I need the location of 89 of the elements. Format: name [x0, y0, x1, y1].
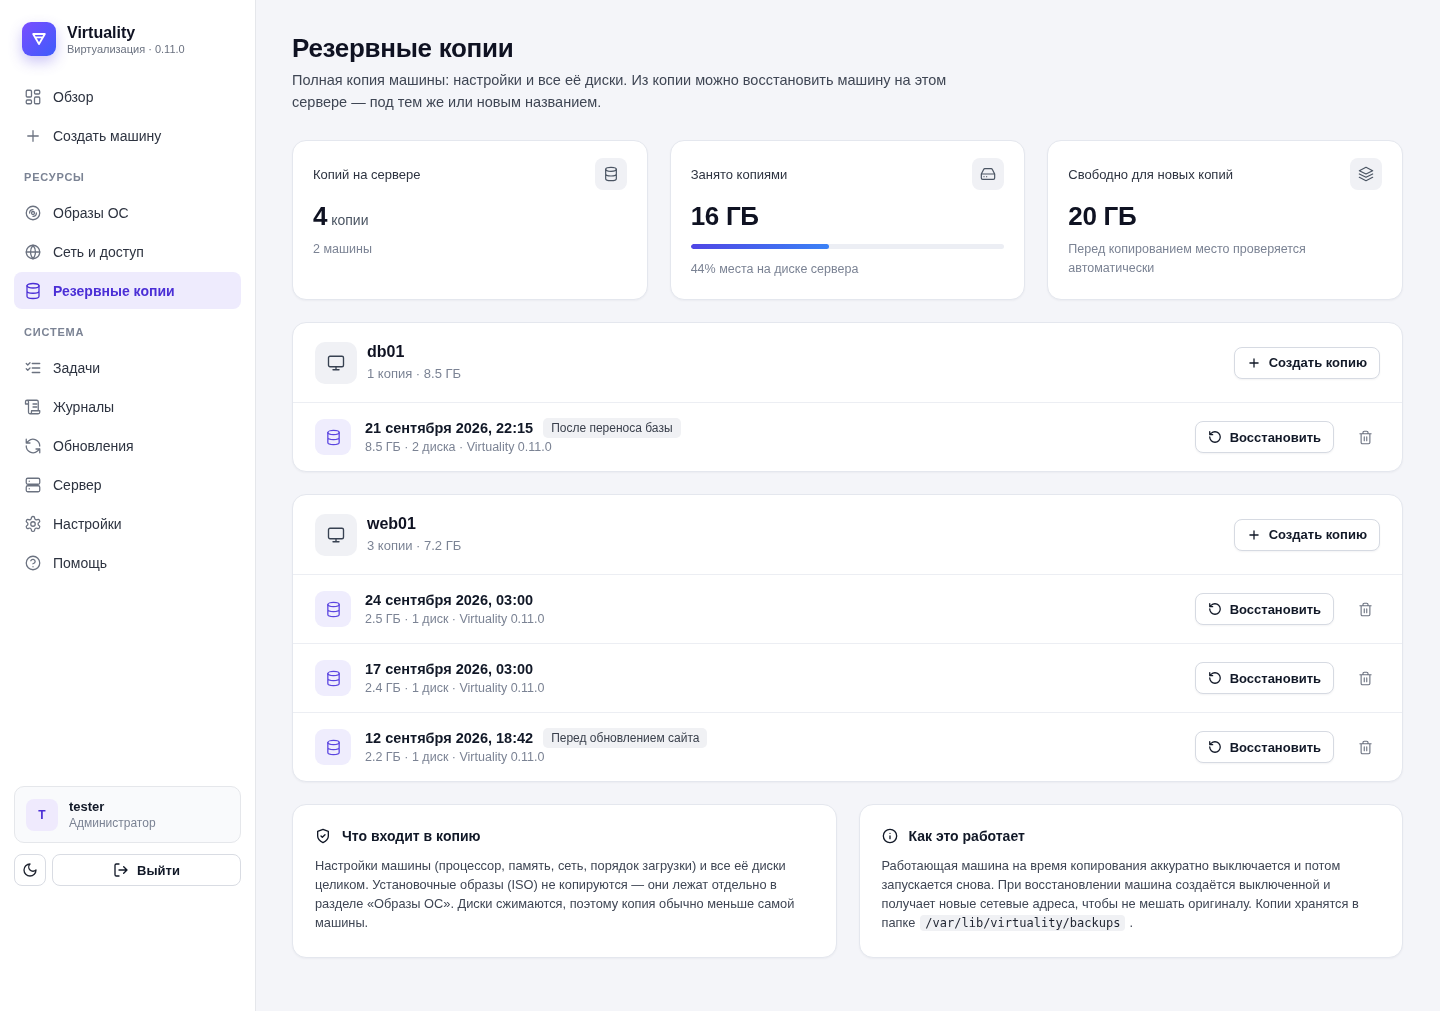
hard-drive-icon	[972, 158, 1005, 190]
info-title: Как это работает	[908, 828, 1025, 844]
section-label: РЕСУРСЫ	[23, 170, 86, 184]
database-icon	[594, 158, 627, 190]
page-description: Полная копия машины: настройки и все её диски. Из копии можно восстановить машину на этом сервере — под тем же или новым названием.	[292, 71, 948, 112]
refresh-icon	[24, 436, 42, 455]
sidebar-item[interactable]: Обзор	[14, 78, 241, 115]
layers-icon	[1350, 158, 1382, 190]
backup-tag: Перед обновлением сайта	[543, 728, 708, 748]
server-icon	[24, 475, 42, 494]
sidebar-item[interactable]: Образы ОС	[14, 194, 241, 231]
trash-icon	[1357, 601, 1373, 617]
machine-summary: 3 копии · 7.2 ГБ	[367, 537, 463, 555]
backup-date: 21 сентября 2026, 22:15	[365, 419, 534, 438]
monitor-icon	[315, 341, 357, 384]
user-name: tester	[69, 798, 106, 815]
restore-icon	[1207, 430, 1222, 444]
stat-label: Свободно для новых копий	[1068, 166, 1233, 182]
sidebar-item[interactable]: Помощь	[14, 544, 241, 581]
restore-icon	[1207, 671, 1222, 685]
stat-unit: копии	[331, 212, 369, 228]
sidebar-item[interactable]: Создать машину	[14, 117, 241, 154]
trash-icon	[1357, 739, 1373, 755]
backup-details: 2.2 ГБ · 1 диск · Virtuality 0.11.0	[365, 749, 546, 766]
sidebar-item[interactable]: Задачи	[14, 349, 241, 386]
logo-icon	[22, 22, 56, 56]
create-backup-button[interactable]: Создать копию	[1233, 346, 1380, 379]
avatar: T	[26, 798, 58, 831]
database-icon	[315, 591, 351, 627]
stat-label: Занято копиями	[690, 166, 788, 182]
restore-button[interactable]: Восстановить	[1194, 662, 1334, 694]
backup-details: 2.5 ГБ · 1 диск · Virtuality 0.11.0	[365, 611, 546, 628]
backup-date: 12 сентября 2026, 18:42	[365, 729, 534, 748]
plus-icon	[1246, 355, 1261, 370]
stat-value: 20 ГБ	[1068, 200, 1137, 232]
backup-details: 2.4 ГБ · 1 диск · Virtuality 0.11.0	[365, 680, 546, 697]
info-text: Работающая машина на время копирования аккуратно выключается и потом запускается снова. При восстановлении машина создаётся выключенной и получает новые сетевые адреса, чтобы не мешать оригиналу. Копии хранятся в папке /var/lib/virtuality/backups .	[881, 857, 1360, 933]
globe-icon	[24, 242, 42, 261]
stat-note: 44% места на диске сервера	[690, 261, 860, 278]
backup-date: 24 сентября 2026, 03:00	[365, 591, 534, 610]
section-label: СИСТЕМА	[23, 325, 86, 339]
sidebar-item[interactable]: Резервные копии	[14, 272, 241, 309]
sidebar-item[interactable]: Настройки	[14, 505, 241, 542]
machine-summary: 1 копия · 8.5 ГБ	[367, 365, 463, 383]
user-role: Администратор	[69, 815, 156, 831]
brand-subtitle: Виртуализация · 0.11.0	[67, 41, 185, 56]
stat-note: 2 машины	[313, 241, 373, 258]
logout-icon	[113, 862, 130, 878]
info-title: Что входит в копию	[342, 828, 481, 844]
stat-label: Копий на сервере	[313, 166, 421, 182]
info-text: Настройки машины (процессор, память, сеть, порядок загрузки) и все её диски целиком. Установочные образы (ISO) не копируются — они лежат отдельно в разделе «Образы ОС». Диски сжимаются, поэтому копия обычно меньше самой машины.	[315, 857, 796, 932]
database-icon	[315, 729, 351, 765]
restore-button[interactable]: Восстановить	[1194, 421, 1334, 453]
settings-icon	[24, 514, 42, 533]
trash-icon	[1357, 670, 1373, 686]
grid-icon	[24, 87, 42, 106]
restore-icon	[1207, 740, 1222, 754]
page-title: Резервные копии	[292, 32, 515, 64]
sidebar-item[interactable]: Обновления	[14, 427, 241, 464]
backup-details: 8.5 ГБ · 2 диска · Virtuality 0.11.0	[365, 439, 553, 456]
create-backup-button[interactable]: Создать копию	[1233, 518, 1380, 551]
brand-name: Virtuality	[67, 22, 137, 42]
info-icon	[881, 828, 898, 844]
restore-button[interactable]: Восстановить	[1194, 731, 1334, 763]
machine-name: db01	[367, 342, 406, 362]
theme-toggle-button[interactable]	[14, 854, 46, 886]
stat-value: 16 ГБ	[690, 200, 759, 232]
backup-tag: После переноса базы	[543, 418, 681, 438]
database-icon	[315, 419, 351, 455]
trash-icon	[1357, 429, 1373, 445]
logout-button[interactable]: Выйти	[52, 854, 241, 886]
restore-button[interactable]: Восстановить	[1194, 593, 1334, 625]
sidebar-item[interactable]: Журналы	[14, 388, 241, 425]
backup-date: 17 сентября 2026, 03:00	[365, 660, 534, 679]
stat-value: 4	[313, 200, 328, 232]
machine-name: web01	[367, 514, 417, 534]
monitor-icon	[315, 513, 357, 556]
scroll-icon	[24, 397, 42, 416]
database-icon	[315, 660, 351, 696]
moon-icon	[22, 862, 38, 878]
sidebar-item[interactable]: Сервер	[14, 466, 241, 503]
stat-note: Перед копированием место проверяется автоматически	[1068, 241, 1307, 277]
sidebar-item[interactable]: Сеть и доступ	[14, 233, 241, 270]
database-icon	[24, 281, 42, 300]
restore-icon	[1207, 602, 1222, 616]
help-icon	[24, 553, 42, 572]
plus-icon	[1246, 527, 1261, 542]
shield-check-icon	[315, 828, 331, 844]
disc-icon	[24, 203, 42, 222]
